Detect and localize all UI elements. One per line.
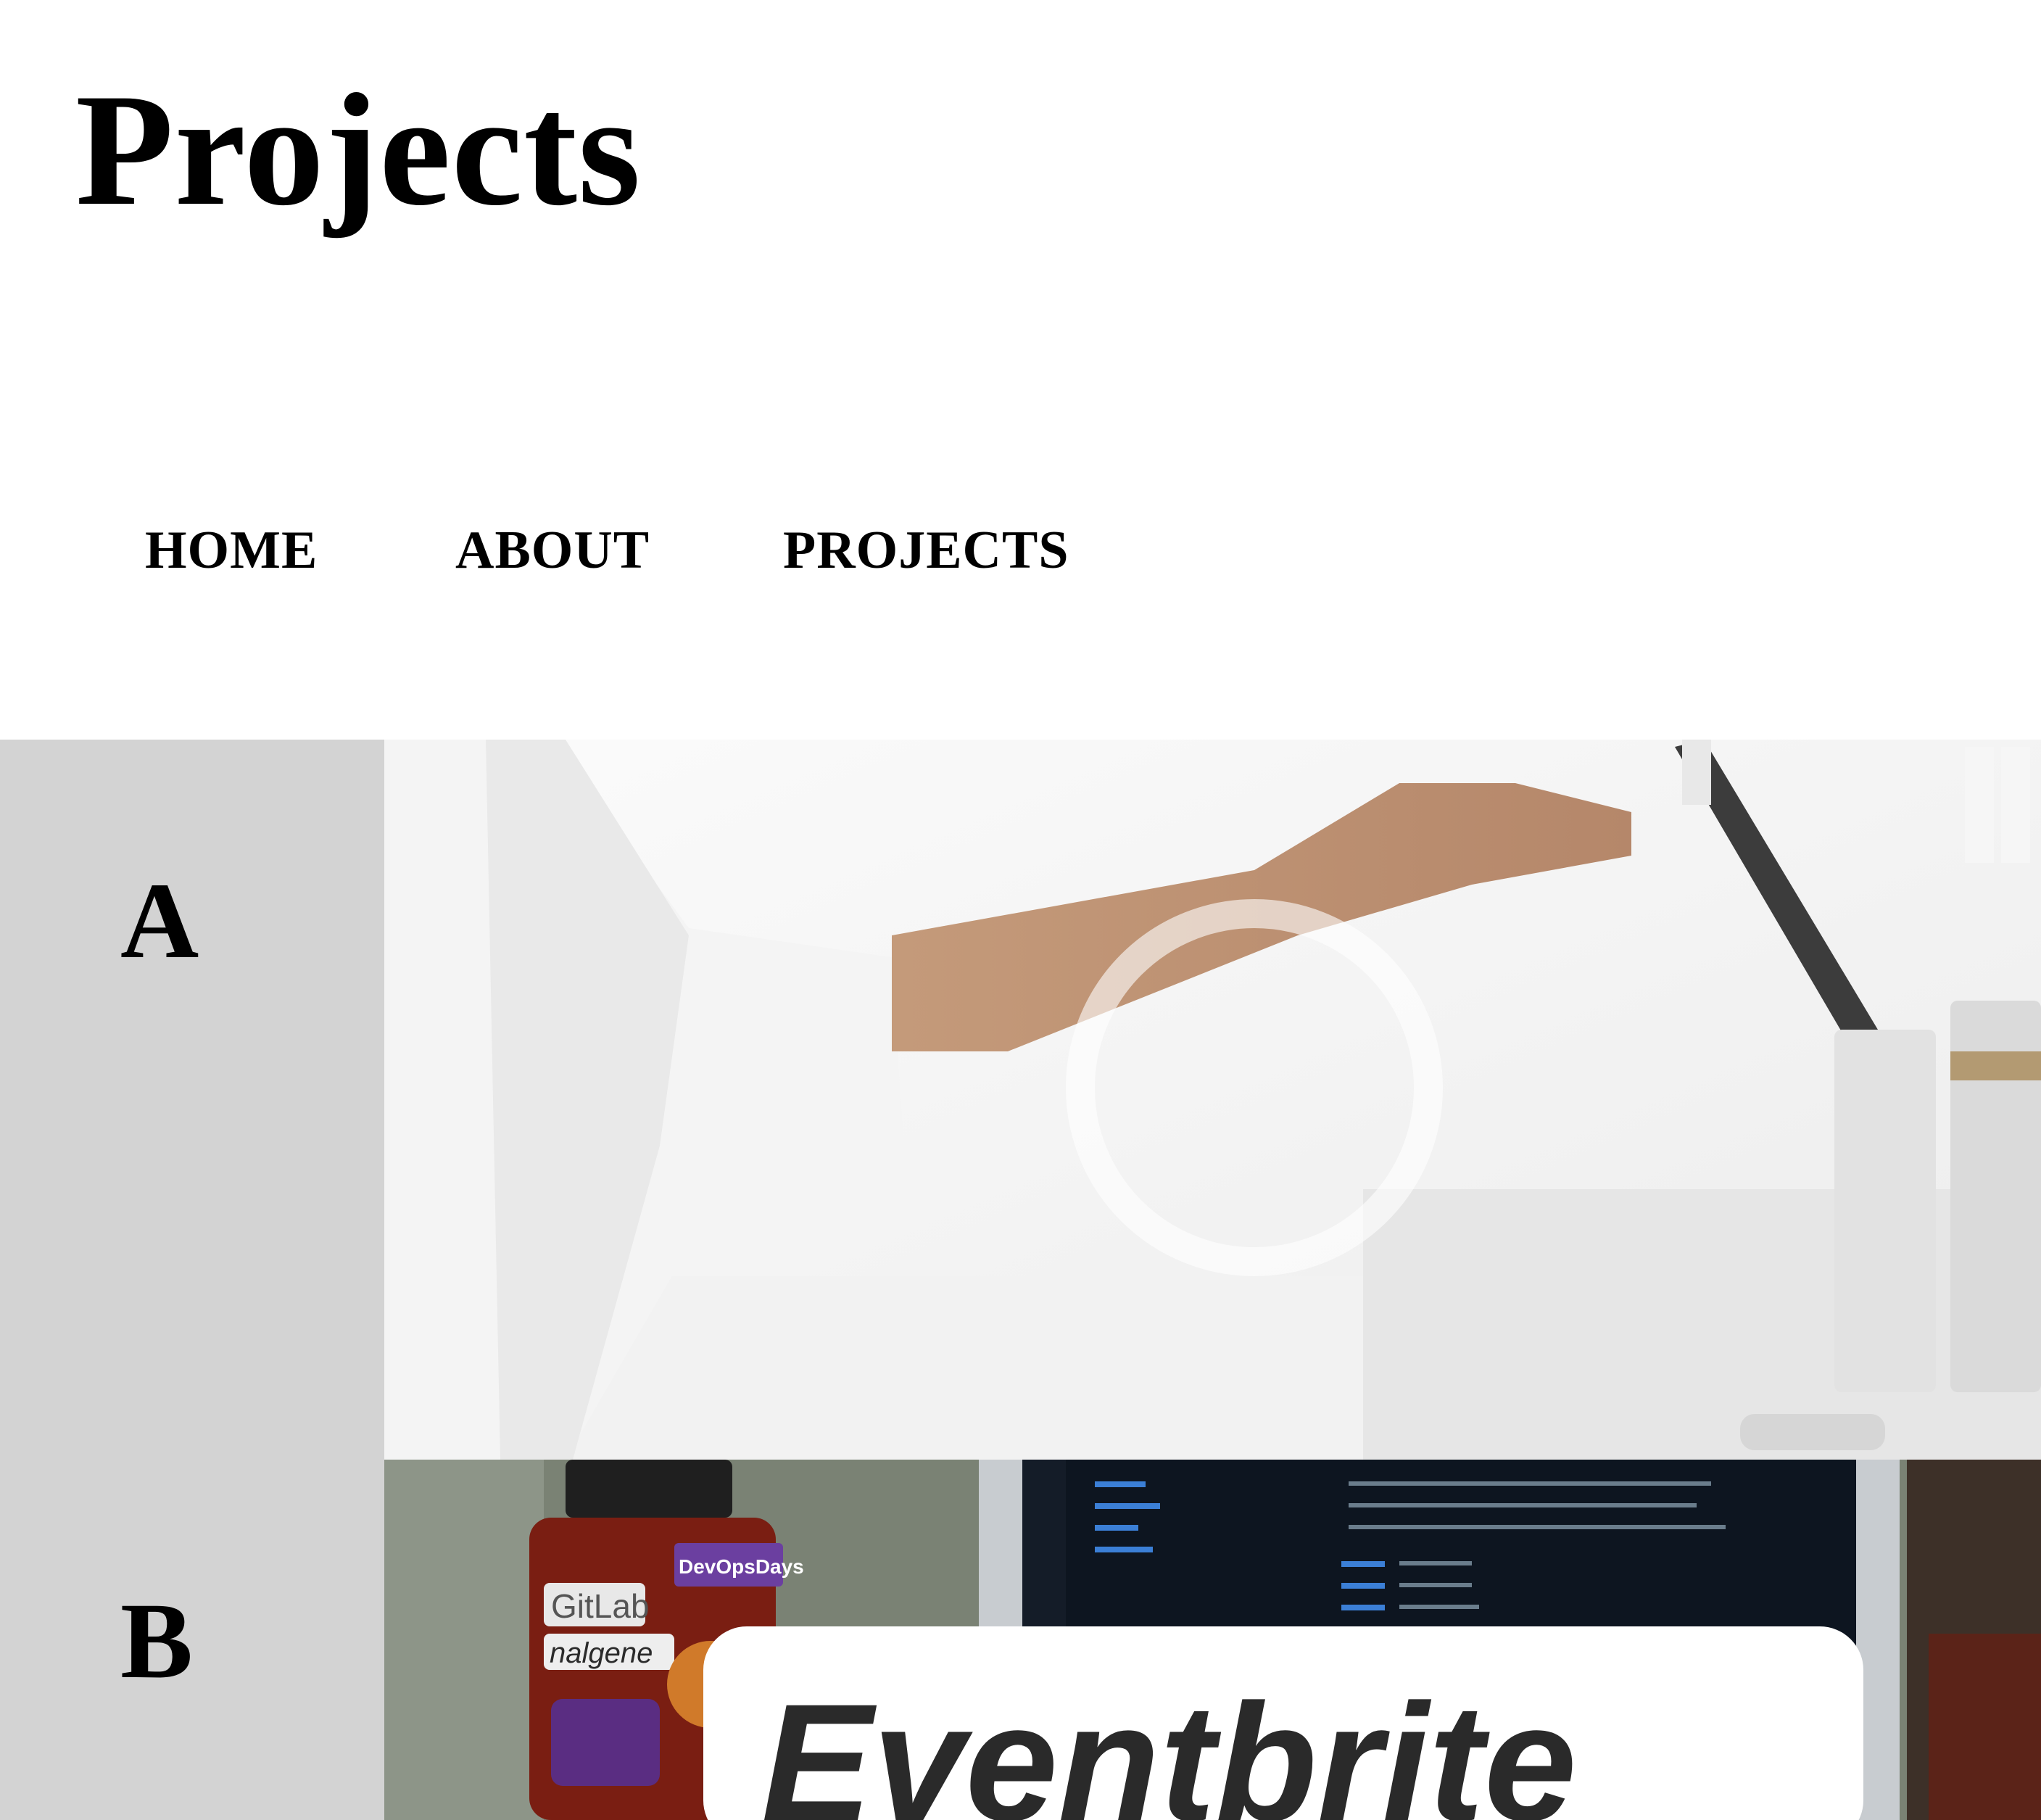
sticker-devopsdays-text: DevOpsDays bbox=[679, 1555, 804, 1578]
developer-desk-eventbrite-photo: GitLab nalgene DevOpsDays Eventbrite bbox=[384, 1460, 2041, 1820]
project-row-a[interactable]: A bbox=[0, 740, 2041, 1460]
nav-about-link[interactable]: ABOUT bbox=[455, 524, 783, 577]
project-label-cell: B bbox=[0, 1460, 384, 1820]
project-label: B bbox=[120, 1581, 194, 1701]
project-label: A bbox=[120, 861, 199, 981]
page-title: Projects bbox=[75, 61, 642, 239]
sticker-gitlab-text: GitLab bbox=[551, 1587, 650, 1625]
nav-projects-link[interactable]: PROJECTS bbox=[783, 524, 1069, 577]
project-a-image[interactable] bbox=[384, 740, 2041, 1460]
nav-home-link[interactable]: HOME bbox=[145, 524, 455, 577]
bathroom-toothbrush-photo bbox=[384, 740, 2041, 1460]
sticker-nalgene-text: nalgene bbox=[550, 1637, 653, 1669]
project-b-image[interactable]: GitLab nalgene DevOpsDays Eventbrite bbox=[384, 1460, 2041, 1820]
project-label-cell: A bbox=[0, 740, 384, 1460]
project-row-b[interactable]: B GitLab nalgene DevOpsDays Eventbrite bbox=[0, 1460, 2041, 1820]
eventbrite-sign-text: Eventbrite bbox=[761, 1669, 1577, 1820]
main-nav: HOME ABOUT PROJECTS bbox=[145, 524, 1069, 577]
